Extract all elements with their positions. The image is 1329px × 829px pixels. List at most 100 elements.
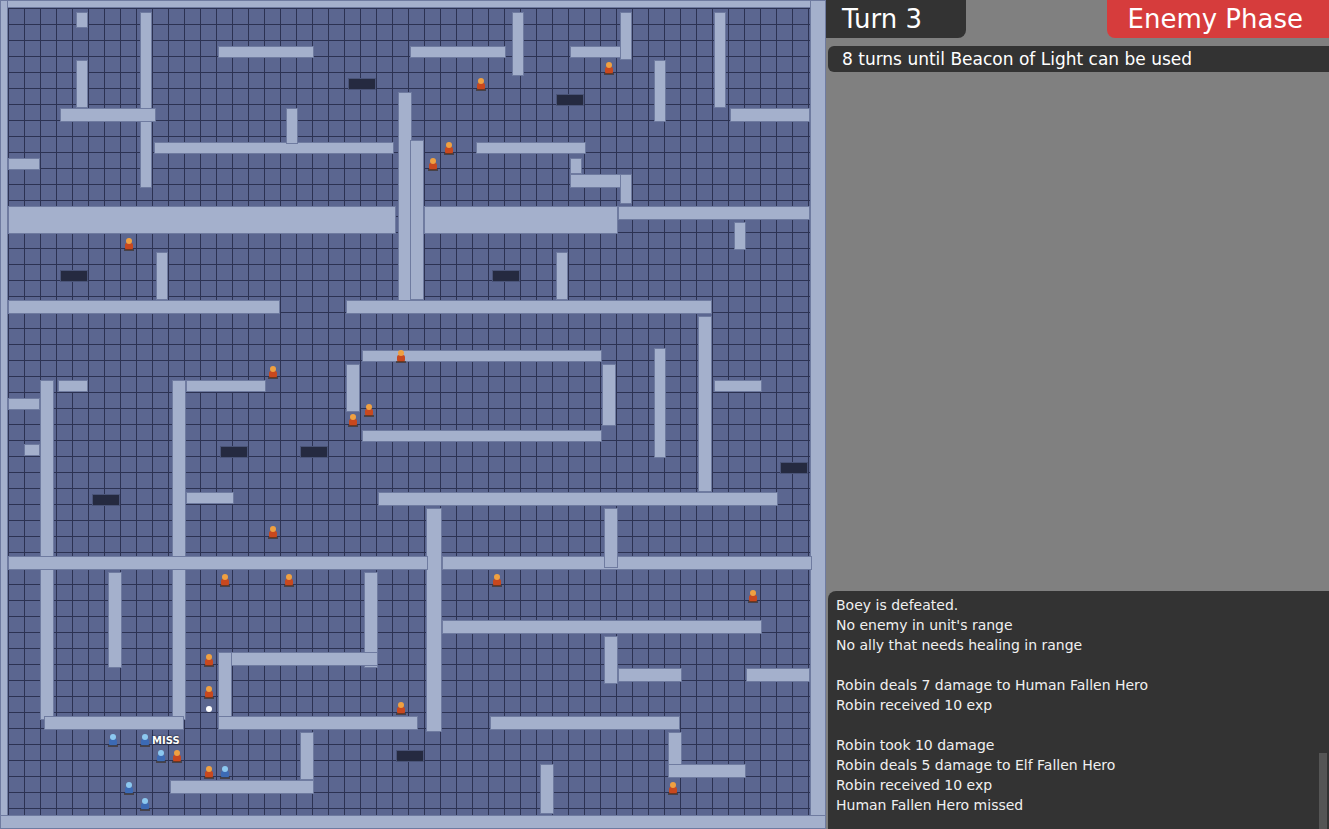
item-unit-icon[interactable] <box>201 700 217 716</box>
pit <box>220 446 248 458</box>
wall <box>76 12 88 28</box>
enemy-unit-icon[interactable] <box>217 572 233 588</box>
wall <box>108 572 122 668</box>
enemy-unit-icon[interactable] <box>201 652 217 668</box>
wall <box>0 815 826 829</box>
wall <box>154 142 394 154</box>
wall <box>346 300 712 314</box>
pit <box>780 462 808 474</box>
wall <box>556 252 568 300</box>
log-line: No enemy in unit's range <box>836 615 1313 635</box>
log-line: Robin took 10 damage <box>836 735 1313 755</box>
enemy-unit-icon[interactable] <box>745 588 761 604</box>
wall <box>286 108 298 144</box>
enemy-unit-icon[interactable] <box>441 140 457 156</box>
enemy-unit-icon[interactable] <box>265 364 281 380</box>
wall <box>8 158 40 170</box>
pit <box>92 494 120 506</box>
pit <box>556 94 584 106</box>
enemy-unit-icon[interactable] <box>169 748 185 764</box>
wall <box>734 222 746 250</box>
ally-unit-icon[interactable] <box>137 796 153 812</box>
wall <box>0 0 826 8</box>
wall <box>426 508 442 732</box>
enemy-unit-icon[interactable] <box>361 402 377 418</box>
ally-unit-icon[interactable] <box>153 748 169 764</box>
wall <box>604 636 618 684</box>
ally-unit-icon[interactable] <box>105 732 121 748</box>
wall <box>172 380 186 720</box>
wall <box>442 620 762 634</box>
wall <box>714 12 726 108</box>
ally-unit-icon[interactable] <box>121 780 137 796</box>
log-line: Robin deals 7 damage to Human Fallen Her… <box>836 675 1313 695</box>
pit <box>60 270 88 282</box>
wall <box>540 764 554 814</box>
ally-unit-icon[interactable] <box>217 764 233 780</box>
wall <box>346 364 360 412</box>
pit <box>396 750 424 762</box>
log-line: Boey is defeated. <box>836 595 1313 615</box>
miss-popup: MISS <box>152 735 180 747</box>
wall <box>714 380 762 392</box>
wall <box>76 60 88 108</box>
pit <box>492 270 520 282</box>
wall <box>378 492 778 506</box>
wall <box>0 0 8 829</box>
wall <box>8 398 40 410</box>
game-screen: MISSTurn 3Enemy Phase8 turns until Beaco… <box>0 0 1329 829</box>
battle-map[interactable]: MISS <box>0 0 826 829</box>
wall <box>620 12 632 60</box>
enemy-unit-icon[interactable] <box>393 700 409 716</box>
wall <box>8 556 428 570</box>
wall <box>218 46 314 58</box>
enemy-unit-icon[interactable] <box>121 236 137 252</box>
log-line <box>836 655 1313 675</box>
enemy-unit-icon[interactable] <box>425 156 441 172</box>
ally-unit-icon[interactable] <box>137 732 153 748</box>
wall <box>44 716 184 730</box>
enemy-unit-icon[interactable] <box>265 524 281 540</box>
wall <box>618 206 810 220</box>
enemy-unit-icon[interactable] <box>281 572 297 588</box>
wall <box>512 12 524 76</box>
hud-row: Turn 3 Enemy Phase <box>826 0 1329 40</box>
wall <box>362 430 602 442</box>
wall <box>170 780 314 794</box>
wall <box>218 652 378 666</box>
enemy-unit-icon[interactable] <box>665 780 681 796</box>
log-line: Robin received 10 exp <box>836 695 1313 715</box>
wall <box>810 0 826 829</box>
enemy-unit-icon[interactable] <box>345 412 361 428</box>
wall <box>620 174 632 204</box>
wall <box>40 380 54 720</box>
phase-banner: Enemy Phase <box>1107 0 1329 38</box>
wall <box>730 108 810 122</box>
enemy-unit-icon[interactable] <box>489 572 505 588</box>
wall <box>8 206 396 234</box>
wall <box>654 348 666 458</box>
wall <box>60 108 156 122</box>
enemy-unit-icon[interactable] <box>393 348 409 364</box>
enemy-unit-icon[interactable] <box>601 60 617 76</box>
enemy-unit-icon[interactable] <box>473 76 489 92</box>
wall <box>58 380 88 392</box>
pit <box>348 78 376 90</box>
wall <box>410 140 424 300</box>
wall <box>186 492 234 504</box>
wall <box>218 652 232 722</box>
turn-counter: Turn 3 <box>826 0 966 38</box>
wall <box>8 300 280 314</box>
scrollbar[interactable] <box>1319 753 1327 829</box>
wall <box>698 316 712 492</box>
wall <box>156 252 168 300</box>
wall <box>300 732 314 780</box>
wall <box>424 206 618 234</box>
battle-log[interactable]: Boey is defeated.No enemy in unit's rang… <box>828 591 1329 829</box>
enemy-unit-icon[interactable] <box>201 684 217 700</box>
side-panel: Turn 3Enemy Phase8 turns until Beacon of… <box>826 0 1329 829</box>
wall <box>218 716 418 730</box>
enemy-unit-icon[interactable] <box>201 764 217 780</box>
wall <box>618 668 682 682</box>
wall <box>490 716 680 730</box>
